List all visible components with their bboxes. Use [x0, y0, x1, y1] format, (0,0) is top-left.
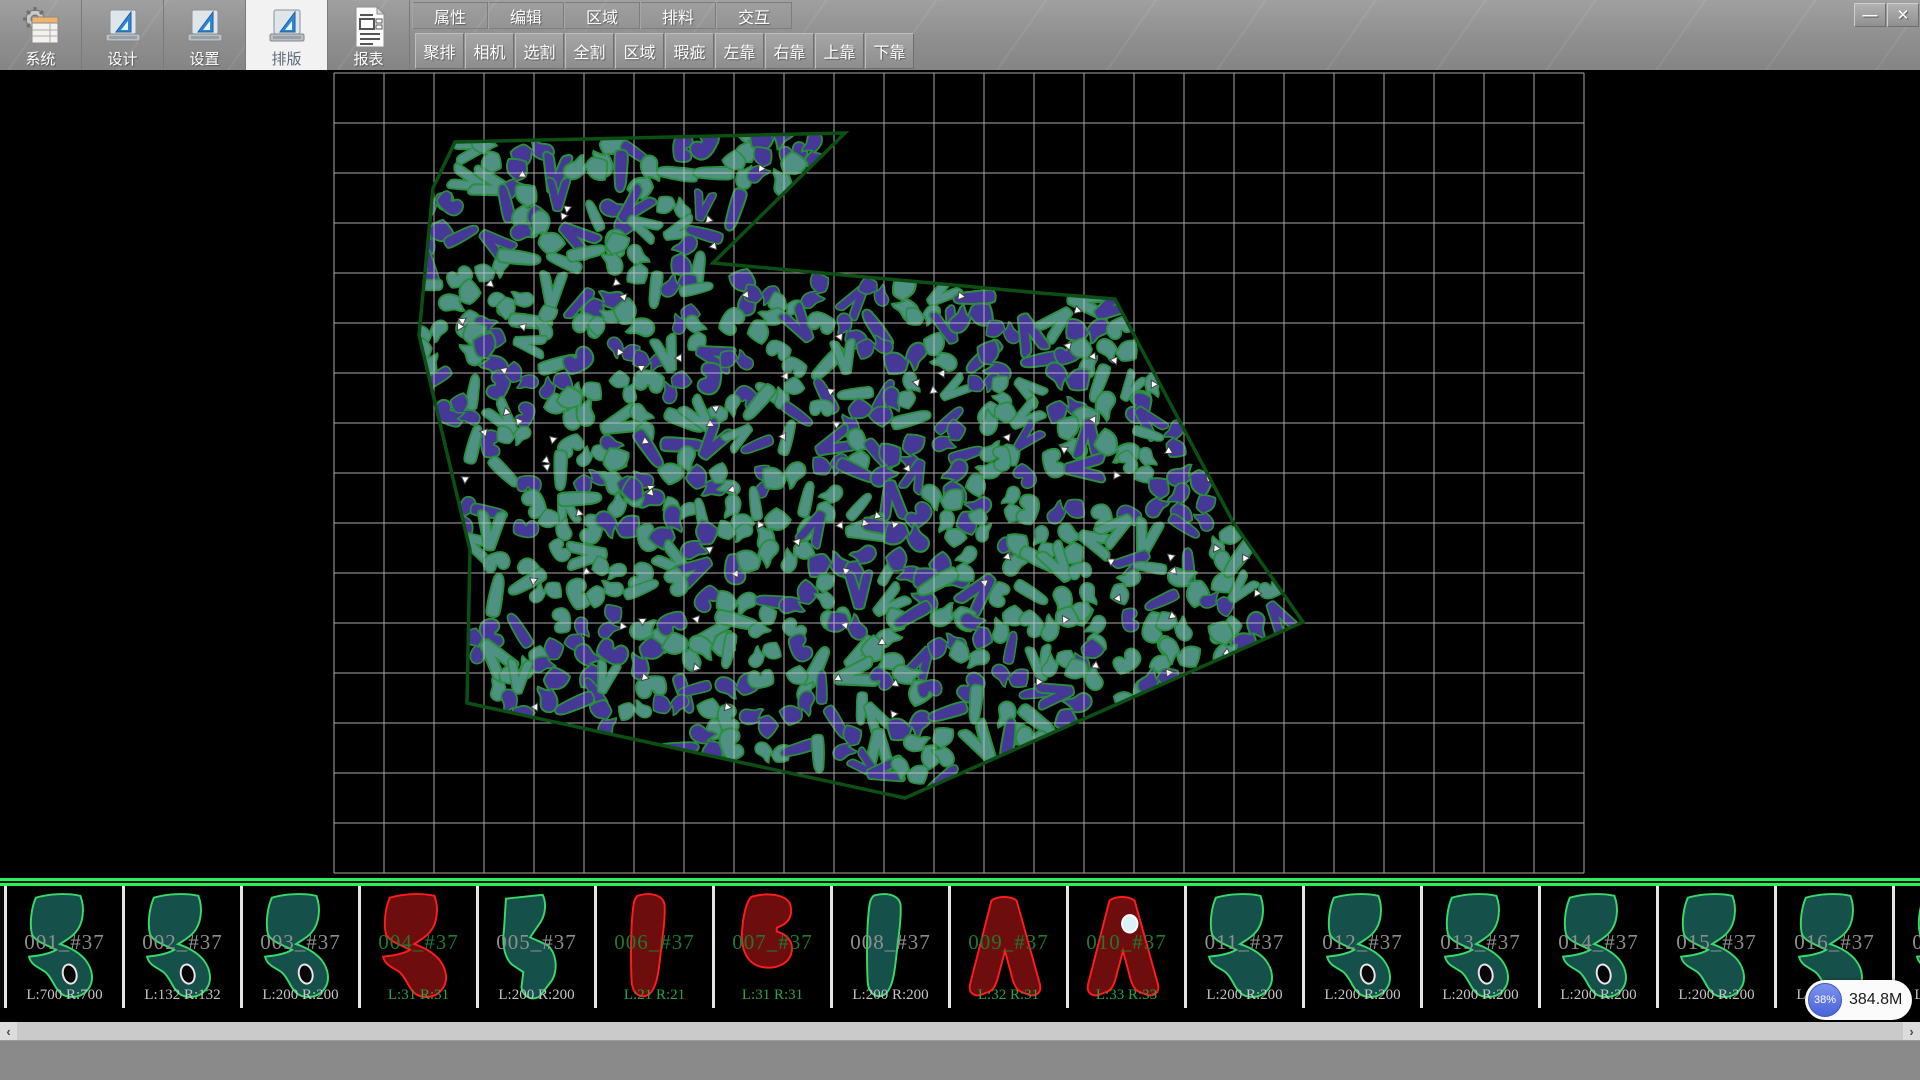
nesting-drawing: [0, 70, 1920, 878]
system-icon: [19, 4, 63, 50]
piece-lr-count: L:200 R:200: [1305, 987, 1420, 1004]
menu-tab-4[interactable]: 排料: [640, 2, 716, 29]
strip-divider: [0, 878, 1920, 886]
memory-badge: 38% 384.8M: [1805, 980, 1912, 1020]
thumbnail-cell-6[interactable]: 006_#37 L:21 R:21: [597, 886, 715, 1008]
piece-id: 017_#37: [1895, 930, 1920, 955]
piece-id: 015_#37: [1659, 930, 1774, 955]
menu-tab-3[interactable]: 区域: [564, 2, 640, 29]
nav-button-4[interactable]: 排版: [246, 0, 328, 70]
thumbnail-cell-8[interactable]: 008_#37 L:200 R:200: [833, 886, 951, 1008]
piece-id: 008_#37: [833, 930, 948, 955]
toolbar: 系统设计设置排版报表 属性编辑区域排料交互 聚排相机选割全割区域瑕疵左靠右靠上靠…: [0, 0, 1920, 70]
piece-id: 011_#37: [1187, 930, 1302, 955]
thumbnail-cell-3[interactable]: 003_#37 L:200 R:200: [243, 886, 361, 1008]
piece-lr-count: L:33 R:33: [1069, 987, 1184, 1004]
nav-label: 排版: [271, 50, 301, 70]
tool-button-6[interactable]: 瑕疵: [665, 33, 714, 69]
thumbnail-cell-5[interactable]: 005_#37 L:200 R:200: [479, 886, 597, 1008]
thumbnail-cell-1[interactable]: 001_#37 L:700 R:700: [4, 886, 125, 1008]
menu-tab-5[interactable]: 交互: [716, 2, 792, 29]
piece-id: 006_#37: [597, 930, 712, 955]
piece-id: 002_#37: [125, 930, 240, 955]
nav-label: 设置: [189, 50, 219, 70]
piece-lr-count: L:200 R:200: [1541, 987, 1656, 1004]
memory-percent-circle: 38%: [1808, 983, 1842, 1017]
tool-row: 聚排相机选割全割区域瑕疵左靠右靠上靠下靠: [415, 33, 914, 67]
nav-button-2[interactable]: 设计: [82, 0, 164, 70]
piece-id: 004_#37: [361, 930, 476, 955]
nav-button-3[interactable]: 设置: [164, 0, 246, 70]
thumbnail-cell-12[interactable]: 012_#37 L:200 R:200: [1305, 886, 1423, 1008]
tool-button-3[interactable]: 选割: [515, 33, 564, 69]
menu-tab-1[interactable]: 属性: [412, 2, 488, 29]
tool-button-9[interactable]: 上靠: [815, 33, 864, 69]
thumbnail-cell-7[interactable]: 007_#37 L:31 R:31: [715, 886, 833, 1008]
tool-button-8[interactable]: 右靠: [765, 33, 814, 69]
nav-label: 报表: [353, 50, 383, 70]
piece-lr-count: L:200 R:200: [243, 987, 358, 1004]
piece-lr-count: L:200 R:200: [1659, 987, 1774, 1004]
nav-button-1[interactable]: 系统: [0, 0, 82, 70]
thumbnail-cell-2[interactable]: 002_#37 L:132 R:132: [125, 886, 243, 1008]
tool-button-7[interactable]: 左靠: [715, 33, 764, 69]
piece-lr-count: L:31 R:31: [361, 987, 476, 1004]
settings-icon: [183, 4, 227, 50]
piece-id: 001_#37: [7, 930, 122, 955]
piece-id: 012_#37: [1305, 930, 1420, 955]
thumbnail-cell-10[interactable]: 010_#37 L:33 R:33: [1069, 886, 1187, 1008]
piece-id: 013_#37: [1423, 930, 1538, 955]
thumbnail-cell-14[interactable]: 014_#37 L:200 R:200: [1541, 886, 1659, 1008]
piece-lr-count: L:200 R:200: [479, 987, 594, 1004]
close-button[interactable]: ✕: [1887, 3, 1919, 27]
piece-id: 009_#37: [951, 930, 1066, 955]
tool-button-5[interactable]: 区域: [615, 33, 664, 69]
piece-lr-count: L:132 R:132: [125, 987, 240, 1004]
nav-label: 系统: [25, 50, 55, 70]
piece-lr-count: L:200 R:200: [1187, 987, 1302, 1004]
scroll-left-icon[interactable]: ‹: [0, 1022, 17, 1040]
tool-button-2[interactable]: 相机: [465, 33, 514, 69]
tool-button-4[interactable]: 全割: [565, 33, 614, 69]
piece-lr-count: L:700 R:700: [7, 987, 122, 1004]
piece-id: 016_#37: [1777, 930, 1892, 955]
layout-icon: [265, 4, 309, 50]
report-icon: [347, 4, 391, 50]
piece-thumbnail-strip: 001_#37L:700 R:700002_#37L:132 R:132003_…: [0, 886, 1920, 1008]
nested-pieces: [405, 121, 1298, 798]
thumbnail-cell-15[interactable]: 015_#37 L:200 R:200: [1659, 886, 1777, 1008]
piece-lr-count: L:200 R:200: [1423, 987, 1538, 1004]
menu-bar: 属性编辑区域排料交互: [412, 2, 792, 29]
app-window: 系统设计设置排版报表 属性编辑区域排料交互 聚排相机选割全割区域瑕疵左靠右靠上靠…: [0, 0, 1920, 1080]
status-bar: [0, 1040, 1920, 1080]
tool-button-10[interactable]: 下靠: [865, 33, 914, 69]
thumbnail-cell-9[interactable]: 009_#37 L:32 R:31: [951, 886, 1069, 1008]
piece-lr-count: L:200 R:200: [833, 987, 948, 1004]
piece-id: 005_#37: [479, 930, 594, 955]
nav-button-5[interactable]: 报表: [328, 0, 410, 70]
piece-lr-count: L:31 R:31: [715, 987, 830, 1004]
thumbnail-cell-13[interactable]: 013_#37 L:200 R:200: [1423, 886, 1541, 1008]
horizontal-scrollbar[interactable]: ‹ ›: [0, 1022, 1920, 1040]
minimize-button[interactable]: —: [1854, 3, 1886, 27]
piece-lr-count: L:32 R:31: [951, 987, 1066, 1004]
menu-tab-2[interactable]: 编辑: [488, 2, 564, 29]
memory-value: 384.8M: [1849, 980, 1902, 1020]
piece-id: 003_#37: [243, 930, 358, 955]
tool-button-1[interactable]: 聚排: [415, 33, 464, 69]
thumbnail-cell-11[interactable]: 011_#37 L:200 R:200: [1187, 886, 1305, 1008]
thumbnail-cell-4[interactable]: 004_#37 L:31 R:31: [361, 886, 479, 1008]
piece-id: 010_#37: [1069, 930, 1184, 955]
piece-id: 007_#37: [715, 930, 830, 955]
design-icon: [101, 4, 145, 50]
nesting-canvas[interactable]: [0, 70, 1920, 878]
piece-id: 014_#37: [1541, 930, 1656, 955]
nav-label: 设计: [107, 50, 137, 70]
piece-lr-count: L:21 R:21: [597, 987, 712, 1004]
scroll-right-icon[interactable]: ›: [1903, 1022, 1920, 1040]
